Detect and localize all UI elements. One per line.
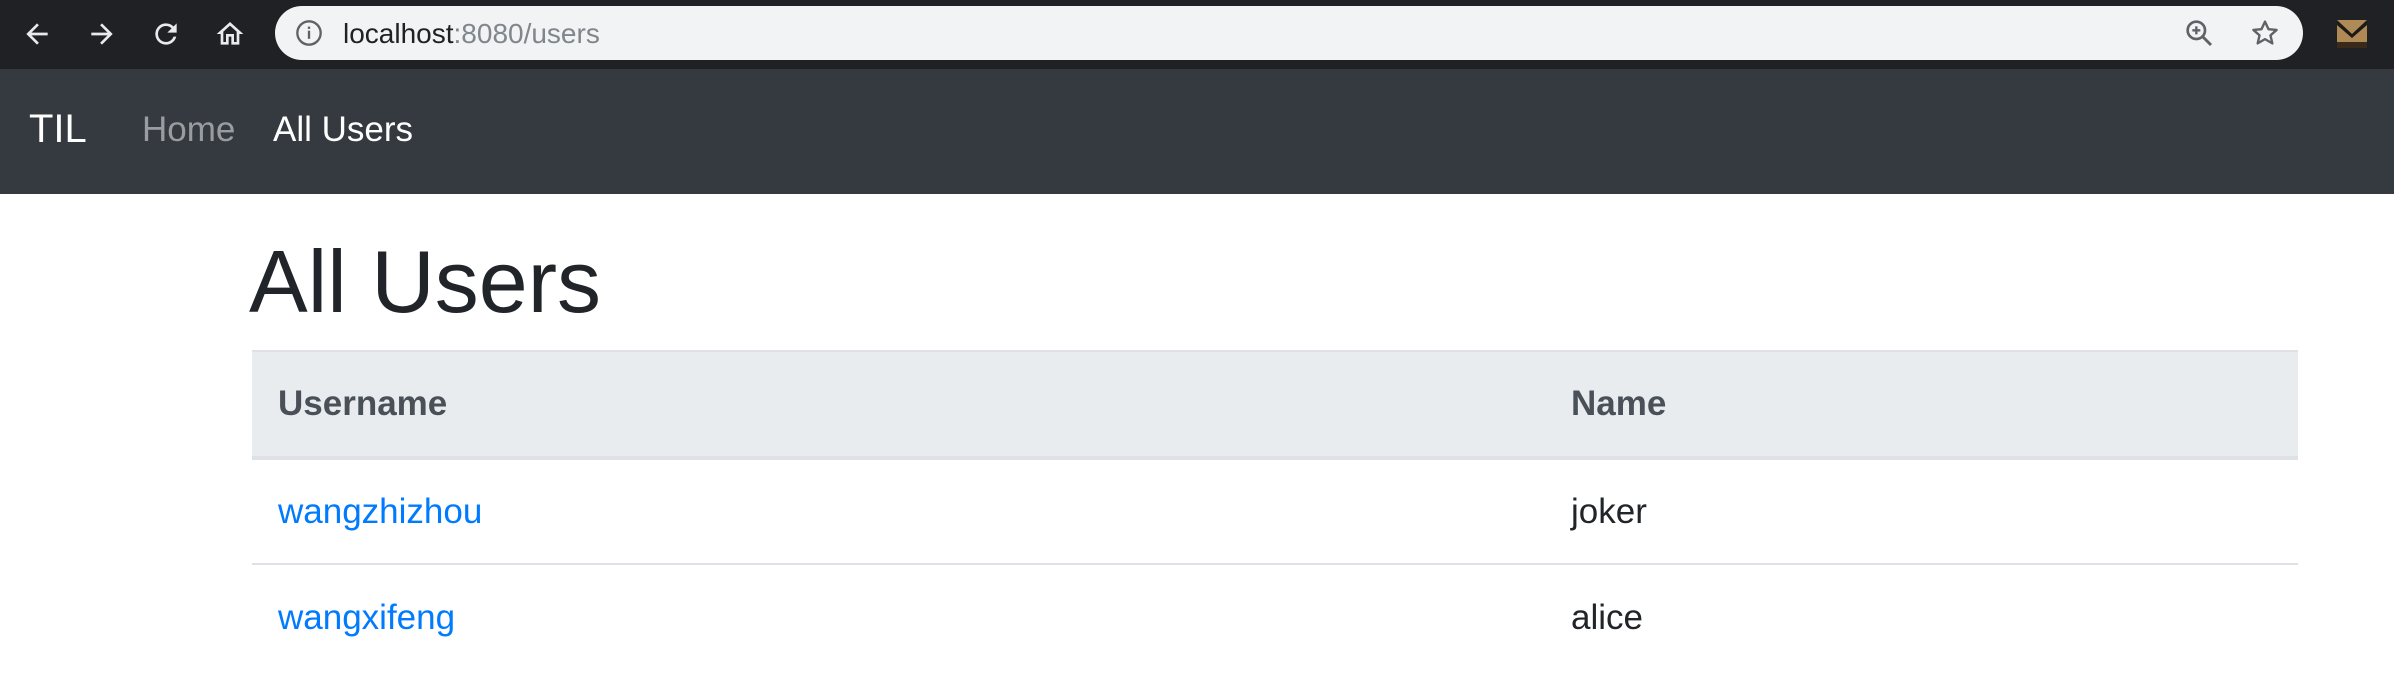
nav-link-home[interactable]: Home	[142, 109, 235, 151]
table-row: wangxifeng alice	[252, 564, 2298, 670]
username-cell: wangxifeng	[252, 564, 1545, 670]
navbar-brand[interactable]: TIL	[29, 105, 87, 153]
username-link[interactable]: wangxifeng	[278, 598, 455, 637]
zoom-in-icon[interactable]	[2183, 17, 2215, 49]
username-link[interactable]: wangzhizhou	[278, 492, 482, 531]
extension-icon[interactable]	[2336, 16, 2368, 50]
table-row: wangzhizhou joker	[252, 458, 2298, 565]
reload-button[interactable]	[144, 12, 188, 56]
users-table: Username Name wangzhizhou joker wangxife…	[252, 350, 2298, 670]
url-path: :8080/users	[453, 18, 600, 49]
reload-icon	[155, 23, 177, 45]
home-button[interactable]	[208, 12, 252, 56]
arrow-right-icon	[91, 23, 113, 45]
name-cell: joker	[1545, 458, 2298, 565]
address-bar[interactable]: localhost:8080/users	[275, 6, 2303, 60]
browser-toolbar: localhost:8080/users	[0, 0, 2394, 69]
url-text[interactable]: localhost:8080/users	[343, 19, 600, 49]
arrow-left-icon	[26, 23, 48, 45]
info-icon[interactable]	[295, 19, 323, 47]
home-icon	[216, 22, 244, 45]
forward-button[interactable]	[80, 12, 124, 56]
url-host: localhost	[343, 18, 454, 49]
nav-link-all-users[interactable]: All Users	[273, 109, 413, 151]
back-button[interactable]	[15, 12, 59, 56]
column-header-username: Username	[252, 350, 1545, 460]
column-header-name: Name	[1545, 350, 2298, 460]
name-cell: alice	[1571, 597, 1643, 637]
page-title: All Users	[249, 232, 602, 331]
star-icon[interactable]	[2249, 17, 2281, 49]
site-navbar: TIL Home All Users	[0, 69, 2394, 194]
username-cell: wangzhizhou	[252, 458, 1545, 565]
table-header-row: Username Name	[252, 350, 2298, 460]
